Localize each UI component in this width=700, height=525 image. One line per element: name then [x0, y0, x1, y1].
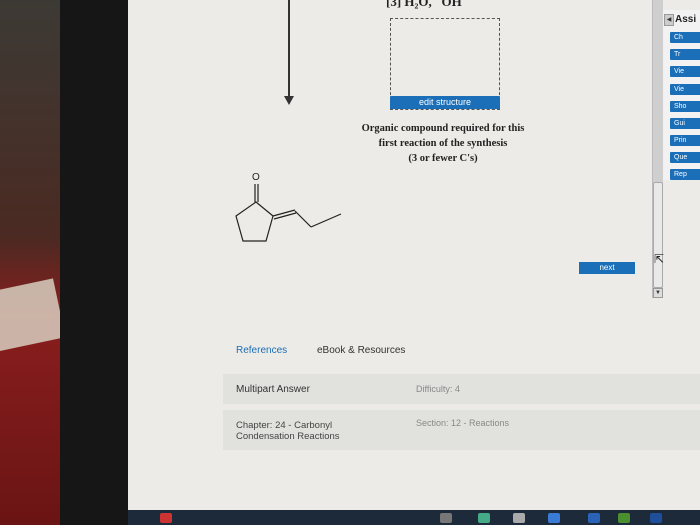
side-button-2[interactable]: Tr [670, 49, 700, 60]
side-button-1[interactable]: Ch [670, 32, 700, 43]
taskbar [128, 510, 700, 525]
reagent-label: [3] H₂O, ¯OH [386, 0, 462, 9]
question-type: Multipart Answer [236, 384, 310, 395]
section-label: Section: 12 - Reactions [416, 418, 510, 428]
scroll-down-icon[interactable]: ▼ [653, 288, 663, 298]
monitor-bezel [60, 0, 128, 525]
taskbar-app-icon[interactable] [650, 513, 662, 523]
side-button-7[interactable]: Prin [670, 135, 700, 146]
caption-line-1: Organic compound required for this [361, 123, 525, 134]
taskbar-app-icon[interactable] [440, 513, 452, 523]
taskbar-app-icon[interactable] [513, 513, 525, 523]
taskbar-app-icon[interactable] [588, 513, 600, 523]
taskbar-app-icon[interactable] [548, 513, 560, 523]
ebook-resources-tab[interactable]: eBook & Resources [317, 345, 405, 356]
screen: [3] H₂O, ¯OH edit structure Organic comp… [128, 0, 700, 510]
edit-structure-button[interactable]: edit structure [390, 96, 500, 109]
taskbar-app-icon[interactable] [618, 513, 630, 523]
side-button-9[interactable]: Rep [670, 169, 700, 180]
side-button-6[interactable]: Gui [670, 118, 700, 129]
side-button-4[interactable]: Vie [670, 84, 700, 95]
caption-line-2: first reaction of the synthesis [378, 138, 508, 149]
scroll-thumb[interactable] [653, 182, 663, 288]
scroll-up-icon[interactable]: ◀ [664, 14, 674, 26]
difficulty-label: Difficulty: 4 [416, 384, 460, 394]
references-tab[interactable]: References [236, 345, 287, 356]
cursor-icon: ⇱ [654, 252, 665, 266]
side-button-3[interactable]: Vie [670, 66, 700, 77]
oxygen-label: O [252, 172, 260, 183]
target-molecule: O [235, 172, 342, 242]
next-button[interactable]: next [579, 262, 635, 274]
assignment-title: Assi [675, 14, 697, 25]
side-button-5[interactable]: Sho [670, 101, 700, 112]
caption-line-3: (3 or fewer C's) [408, 153, 478, 164]
side-button-8[interactable]: Que [670, 152, 700, 163]
chapter-label: Chapter: 24 - Carbonyl Condensation Reac… [236, 420, 340, 442]
arrow-head [284, 96, 294, 105]
taskbar-app-icon[interactable] [478, 513, 490, 523]
taskbar-app-icon[interactable] [160, 513, 172, 523]
arrow-down-icon [288, 0, 290, 98]
structure-caption: Organic compound required for this first… [343, 121, 543, 166]
